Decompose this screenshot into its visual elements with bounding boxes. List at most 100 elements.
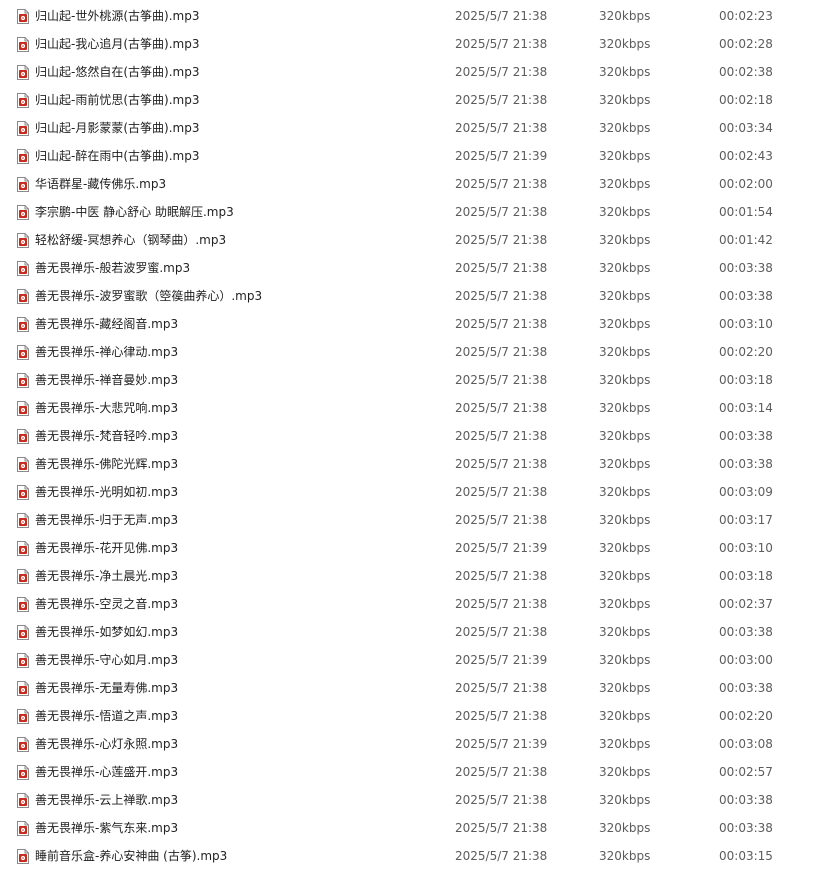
- file-row[interactable]: 善无畏禅乐-禅音曼妙.mp3 2025/5/7 21:38 320kbps 00:03…: [0, 366, 833, 394]
- file-duration: 00:02:38: [719, 65, 773, 79]
- file-duration: 00:03:38: [719, 429, 773, 443]
- file-date-modified: 2025/5/7 21:38: [455, 401, 548, 415]
- mp3-file-icon: [17, 9, 29, 24]
- file-bitrate: 320kbps: [599, 653, 651, 667]
- file-duration: 00:03:38: [719, 681, 773, 695]
- file-name: 善无畏禅乐-悟道之声.mp3: [35, 709, 179, 723]
- file-row[interactable]: 善无畏禅乐-紫气东来.mp3 2025/5/7 21:38 320kbps 00:03…: [0, 814, 833, 842]
- file-name: 善无畏禅乐-花开见佛.mp3: [35, 541, 179, 555]
- file-name: 善无畏禅乐-紫气东来.mp3: [35, 821, 179, 835]
- mp3-file-icon: [17, 65, 29, 80]
- file-name: 归山起-世外桃源(古筝曲).mp3: [35, 9, 200, 23]
- file-duration: 00:02:20: [719, 709, 773, 723]
- file-duration: 00:03:17: [719, 513, 773, 527]
- file-duration: 00:03:09: [719, 485, 773, 499]
- file-duration: 00:03:38: [719, 261, 773, 275]
- file-row[interactable]: 善无畏禅乐-梵音轻吟.mp3 2025/5/7 21:38 320kbps 00:03…: [0, 422, 833, 450]
- file-duration: 00:03:00: [719, 653, 773, 667]
- file-row[interactable]: 善无畏禅乐-大悲咒响.mp3 2025/5/7 21:38 320kbps 00:03…: [0, 394, 833, 422]
- file-bitrate: 320kbps: [599, 513, 651, 527]
- file-name: 善无畏禅乐-心灯永照.mp3: [35, 737, 179, 751]
- file-name: 归山起-雨前忧思(古筝曲).mp3: [35, 93, 200, 107]
- file-date-modified: 2025/5/7 21:38: [455, 177, 548, 191]
- file-date-modified: 2025/5/7 21:38: [455, 345, 548, 359]
- mp3-file-icon: [17, 765, 29, 780]
- file-row[interactable]: 善无畏禅乐-归于无声.mp3 2025/5/7 21:38 320kbps 00:03…: [0, 506, 833, 534]
- file-row[interactable]: 归山起-悠然自在(古筝曲).mp3 2025/5/7 21:38 320kbps 00…: [0, 58, 833, 86]
- file-row[interactable]: 善无畏禅乐-如梦如幻.mp3 2025/5/7 21:38 320kbps 00:03…: [0, 618, 833, 646]
- file-duration: 00:02:37: [719, 597, 773, 611]
- file-row[interactable]: 善无畏禅乐-佛陀光辉.mp3 2025/5/7 21:38 320kbps 00:03…: [0, 450, 833, 478]
- file-date-modified: 2025/5/7 21:38: [455, 429, 548, 443]
- file-bitrate: 320kbps: [599, 121, 651, 135]
- file-row[interactable]: 轻松舒缓-冥想养心（钢琴曲）.mp3 2025/5/7 21:38 320kbps 0…: [0, 226, 833, 254]
- file-row[interactable]: 善无畏禅乐-守心如月.mp3 2025/5/7 21:39 320kbps 00:03…: [0, 646, 833, 674]
- file-date-modified: 2025/5/7 21:38: [455, 765, 548, 779]
- file-date-modified: 2025/5/7 21:38: [455, 709, 548, 723]
- mp3-file-icon: [17, 233, 29, 248]
- file-date-modified: 2025/5/7 21:38: [455, 205, 548, 219]
- file-bitrate: 320kbps: [599, 709, 651, 723]
- file-duration: 00:03:10: [719, 541, 773, 555]
- file-row[interactable]: 善无畏禅乐-波罗蜜歌（箜篌曲养心）.mp3 2025/5/7 21:38 320kb…: [0, 282, 833, 310]
- file-row[interactable]: 善无畏禅乐-光明如初.mp3 2025/5/7 21:38 320kbps 00:03…: [0, 478, 833, 506]
- file-row[interactable]: 归山起-我心追月(古筝曲).mp3 2025/5/7 21:38 320kbps 00…: [0, 30, 833, 58]
- file-date-modified: 2025/5/7 21:39: [455, 737, 548, 751]
- file-name: 归山起-醉在雨中(古筝曲).mp3: [35, 149, 200, 163]
- file-row[interactable]: 善无畏禅乐-悟道之声.mp3 2025/5/7 21:38 320kbps 00:02…: [0, 702, 833, 730]
- mp3-file-icon: [17, 821, 29, 836]
- file-row[interactable]: 善无畏禅乐-般若波罗蜜.mp3 2025/5/7 21:38 320kbps 00:0…: [0, 254, 833, 282]
- file-bitrate: 320kbps: [599, 289, 651, 303]
- file-row[interactable]: 归山起-雨前忧思(古筝曲).mp3 2025/5/7 21:38 320kbps 00…: [0, 86, 833, 114]
- file-duration: 00:02:20: [719, 345, 773, 359]
- file-duration: 00:02:23: [719, 9, 773, 23]
- file-date-modified: 2025/5/7 21:39: [455, 149, 548, 163]
- file-date-modified: 2025/5/7 21:38: [455, 9, 548, 23]
- file-list: 归山起-世外桃源(古筝曲).mp3 2025/5/7 21:38 320kbps 00…: [0, 2, 833, 870]
- file-date-modified: 2025/5/7 21:38: [455, 233, 548, 247]
- file-row[interactable]: 善无畏禅乐-禅心律动.mp3 2025/5/7 21:38 320kbps 00:02…: [0, 338, 833, 366]
- file-duration: 00:03:34: [719, 121, 773, 135]
- mp3-file-icon: [17, 205, 29, 220]
- mp3-file-icon: [17, 345, 29, 360]
- file-row[interactable]: 善无畏禅乐-心灯永照.mp3 2025/5/7 21:39 320kbps 00:03…: [0, 730, 833, 758]
- mp3-file-icon: [17, 737, 29, 752]
- file-row[interactable]: 善无畏禅乐-空灵之音.mp3 2025/5/7 21:38 320kbps 00:02…: [0, 590, 833, 618]
- file-date-modified: 2025/5/7 21:38: [455, 289, 548, 303]
- mp3-file-icon: [17, 709, 29, 724]
- file-row[interactable]: 善无畏禅乐-净土晨光.mp3 2025/5/7 21:38 320kbps 00:03…: [0, 562, 833, 590]
- file-row[interactable]: 善无畏禅乐-云上禅歌.mp3 2025/5/7 21:38 320kbps 00:03…: [0, 786, 833, 814]
- file-bitrate: 320kbps: [599, 681, 651, 695]
- file-date-modified: 2025/5/7 21:38: [455, 569, 548, 583]
- mp3-file-icon: [17, 37, 29, 52]
- file-row[interactable]: 李宗鹏-中医 静心舒心 助眠解压.mp3 2025/5/7 21:38 320kbp…: [0, 198, 833, 226]
- file-name: 李宗鹏-中医 静心舒心 助眠解压.mp3: [35, 205, 234, 219]
- file-duration: 00:03:18: [719, 373, 773, 387]
- mp3-file-icon: [17, 457, 29, 472]
- file-bitrate: 320kbps: [599, 261, 651, 275]
- file-row[interactable]: 华语群星-藏传佛乐.mp3 2025/5/7 21:38 320kbps 00:02:…: [0, 170, 833, 198]
- file-row[interactable]: 善无畏禅乐-心莲盛开.mp3 2025/5/7 21:38 320kbps 00:02…: [0, 758, 833, 786]
- file-bitrate: 320kbps: [599, 821, 651, 835]
- file-name: 善无畏禅乐-禅音曼妙.mp3: [35, 373, 179, 387]
- file-row[interactable]: 善无畏禅乐-藏经阁音.mp3 2025/5/7 21:38 320kbps 00:03…: [0, 310, 833, 338]
- file-name: 善无畏禅乐-归于无声.mp3: [35, 513, 179, 527]
- file-bitrate: 320kbps: [599, 205, 651, 219]
- file-row[interactable]: 善无畏禅乐-花开见佛.mp3 2025/5/7 21:39 320kbps 00:03…: [0, 534, 833, 562]
- file-row[interactable]: 归山起-世外桃源(古筝曲).mp3 2025/5/7 21:38 320kbps 00…: [0, 2, 833, 30]
- file-date-modified: 2025/5/7 21:38: [455, 513, 548, 527]
- file-date-modified: 2025/5/7 21:39: [455, 541, 548, 555]
- file-date-modified: 2025/5/7 21:38: [455, 37, 548, 51]
- file-bitrate: 320kbps: [599, 93, 651, 107]
- file-row[interactable]: 归山起-醉在雨中(古筝曲).mp3 2025/5/7 21:39 320kbps 00…: [0, 142, 833, 170]
- file-row[interactable]: 归山起-月影蒙蒙(古筝曲).mp3 2025/5/7 21:38 320kbps 00…: [0, 114, 833, 142]
- file-duration: 00:03:08: [719, 737, 773, 751]
- file-duration: 00:02:57: [719, 765, 773, 779]
- file-name: 善无畏禅乐-心莲盛开.mp3: [35, 765, 179, 779]
- file-name: 归山起-月影蒙蒙(古筝曲).mp3: [35, 121, 200, 135]
- file-bitrate: 320kbps: [599, 37, 651, 51]
- file-row[interactable]: 善无畏禅乐-无量寿佛.mp3 2025/5/7 21:38 320kbps 00:03…: [0, 674, 833, 702]
- file-name: 善无畏禅乐-波罗蜜歌（箜篌曲养心）.mp3: [35, 289, 263, 303]
- file-bitrate: 320kbps: [599, 65, 651, 79]
- mp3-file-icon: [17, 485, 29, 500]
